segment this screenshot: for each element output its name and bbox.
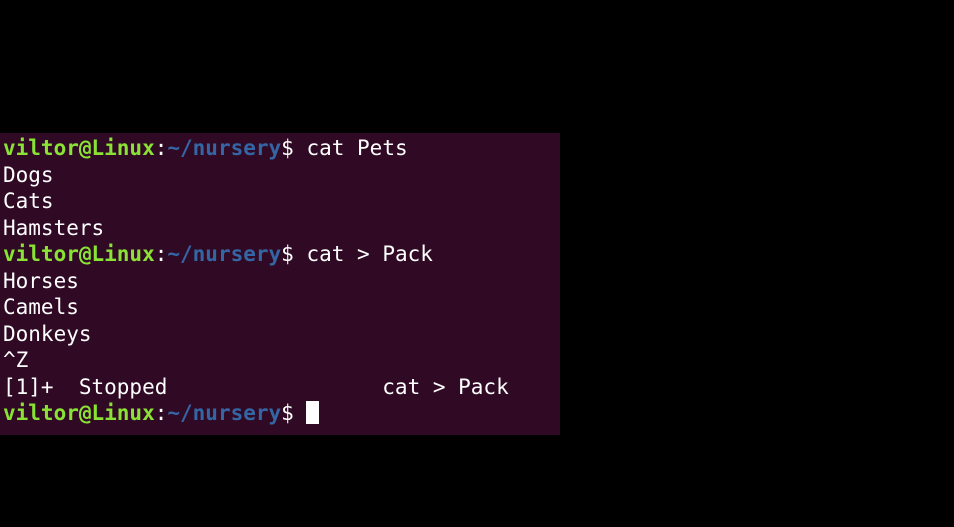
prompt-dollar: $: [281, 136, 307, 160]
prompt-dollar: $: [281, 242, 307, 266]
prompt-path: ~/nursery: [167, 401, 282, 425]
command-text: cat Pets: [306, 136, 408, 160]
prompt-colon: :: [154, 136, 168, 160]
output-line: [1]+ Stopped cat > Pack: [3, 374, 509, 399]
output-line: Dogs: [3, 162, 54, 187]
output-line: ^Z: [3, 348, 29, 372]
prompt-line: viltor@Linux:~/nursery$ cat > Pack: [3, 241, 560, 268]
prompt-path: ~/nursery: [167, 136, 282, 160]
terminal-window[interactable]: viltor@Linux:~/nursery$ cat Pets Dogs Cats…: [0, 133, 560, 435]
text-cursor[interactable]: [306, 401, 320, 424]
output-line: Donkeys: [3, 321, 92, 346]
prompt-user-host: viltor@Linux: [3, 136, 155, 160]
prompt-dollar: $: [281, 401, 307, 425]
screen: viltor@Linux:~/nursery$ cat Pets Dogs Cats…: [0, 0, 954, 527]
prompt-line: viltor@Linux:~/nursery$: [3, 400, 560, 427]
output-line: Hamsters: [3, 215, 105, 240]
output-line: Horses: [3, 268, 79, 293]
command-text: cat > Pack: [306, 242, 433, 266]
prompt-path: ~/nursery: [167, 242, 282, 266]
prompt-user-host: viltor@Linux: [3, 401, 155, 425]
prompt-user-host: viltor@Linux: [3, 242, 155, 266]
prompt-colon: :: [154, 401, 168, 425]
output-line: Cats: [3, 189, 54, 213]
prompt-colon: :: [154, 242, 168, 266]
prompt-line: viltor@Linux:~/nursery$ cat Pets: [3, 135, 560, 162]
output-line: Camels: [3, 295, 79, 319]
